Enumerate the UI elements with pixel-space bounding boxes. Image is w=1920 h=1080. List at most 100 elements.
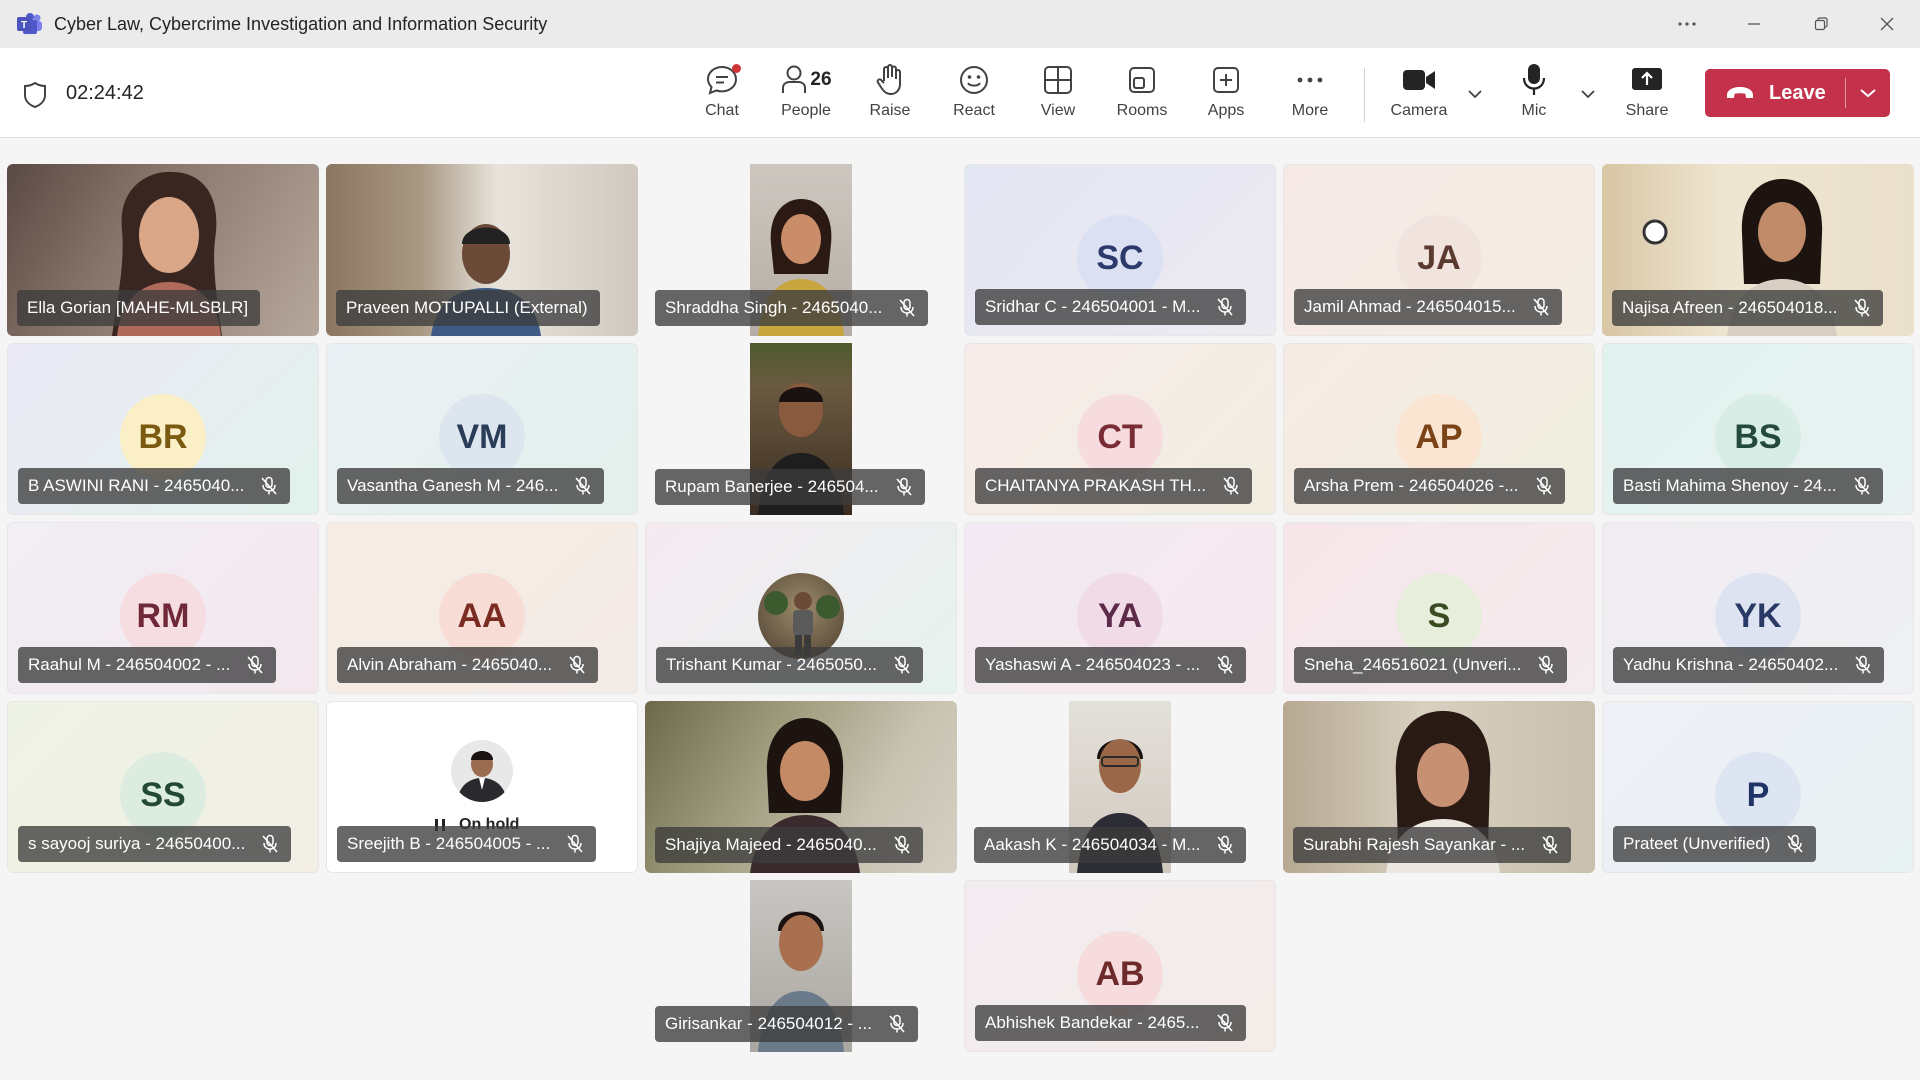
more-button[interactable]: More [1270, 60, 1350, 130]
participant-tile[interactable]: BS Basti Mahima Shenoy - 24... [1602, 343, 1914, 515]
mic-off-icon [1853, 476, 1871, 496]
share-label: Share [1625, 102, 1669, 119]
participant-tile[interactable]: AB Abhishek Bandekar - 2465... [964, 880, 1276, 1052]
chat-button[interactable]: Chat [682, 60, 762, 130]
raise-hand-icon [876, 64, 901, 95]
participant-name: Rupam Banerjee - 246504... [665, 477, 879, 496]
apps-button[interactable]: Apps [1186, 60, 1266, 130]
mic-off-icon [888, 1014, 906, 1034]
participant-tile[interactable]: YK Yadhu Krishna - 24650402... [1602, 522, 1914, 694]
participant-tile[interactable]: Trishant Kumar - 2465050... [645, 522, 957, 694]
participant-tile[interactable]: SS s sayooj suriya - 24650400... [7, 701, 319, 873]
participant-nameplate: Trishant Kumar - 2465050... [656, 647, 924, 683]
view-button[interactable]: View [1018, 60, 1098, 130]
participant-name: Sridhar C - 246504001 - M... [985, 297, 1201, 316]
participant-nameplate: Shraddha Singh - 2465040... [655, 290, 929, 326]
participant-name: Aakash K - 246504034 - M... [984, 835, 1201, 854]
participant-tile[interactable]: Shajiya Majeed - 2465040... [645, 701, 957, 873]
mic-off-icon [895, 477, 913, 497]
mic-off-icon [893, 835, 911, 855]
participant-tile[interactable]: Najisa Afreen - 246504018... [1602, 164, 1914, 336]
restore-button[interactable] [1796, 8, 1846, 40]
react-label: React [953, 102, 995, 119]
mic-options-button[interactable] [1576, 82, 1600, 106]
participant-tile[interactable]: AA Alvin Abraham - 2465040... [326, 522, 638, 694]
close-button[interactable] [1862, 8, 1912, 40]
meeting-toolbar: 02:24:42 Chat 26 People Raise React View… [0, 48, 1920, 138]
mic-off-icon [568, 655, 586, 675]
mic-off-icon [1537, 655, 1555, 675]
participant-tile[interactable]: RM Raahul M - 246504002 - ... [7, 522, 319, 694]
participant-nameplate: Alvin Abraham - 2465040... [337, 647, 599, 683]
participant-nameplate: Ella Gorian [MAHE-MLSBLR] [17, 290, 261, 326]
participant-tile[interactable]: Rupam Banerjee - 246504... [645, 343, 957, 515]
participant-name: Vasantha Ganesh M - 246... [347, 476, 559, 495]
participant-name: Yashaswi A - 246504023 - ... [985, 655, 1201, 674]
leave-main-button[interactable]: Leave [1705, 69, 1845, 117]
svg-text:T: T [21, 20, 27, 31]
window-more-button[interactable] [1662, 8, 1712, 40]
participant-name: Raahul M - 246504002 - ... [28, 655, 231, 674]
react-button[interactable]: React [934, 60, 1014, 130]
participant-nameplate: Sridhar C - 246504001 - M... [975, 289, 1247, 325]
title-bar: T Cyber Law, Cybercrime Investigation an… [0, 0, 1920, 48]
mic-off-icon [1541, 835, 1559, 855]
camera-button[interactable]: Camera [1379, 60, 1459, 130]
chat-label: Chat [705, 102, 739, 119]
participant-tile[interactable]: On hold Sreejith B - 246504005 - ... [326, 701, 638, 873]
participant-tile[interactable]: BR B ASWINI RANI - 2465040... [7, 343, 319, 515]
chevron-down-icon [1581, 90, 1595, 99]
shield-icon[interactable] [22, 81, 48, 109]
participant-tile[interactable]: Girisankar - 246504012 - ... [645, 880, 957, 1052]
participant-tile[interactable]: P Prateet (Unverified) [1602, 701, 1914, 873]
participant-nameplate: Vasantha Ganesh M - 246... [337, 468, 605, 504]
participant-name: s sayooj suriya - 24650400... [28, 834, 246, 853]
people-button[interactable]: 26 People [766, 60, 846, 130]
participant-tile[interactable]: AP Arsha Prem - 246504026 -... [1283, 343, 1595, 515]
teams-logo-icon: T [17, 13, 42, 34]
chevron-down-icon [1468, 90, 1482, 99]
participant-tile[interactable]: Ella Gorian [MAHE-MLSBLR] [7, 164, 319, 336]
participant-name: Prateet (Unverified) [1623, 834, 1771, 853]
mic-off-icon [566, 834, 584, 854]
minimize-button[interactable] [1729, 8, 1779, 40]
grid-view-icon [1044, 66, 1072, 94]
mic-off-icon [1216, 1013, 1234, 1033]
mic-off-icon [898, 298, 916, 318]
camera-icon [1403, 70, 1435, 90]
rooms-label: Rooms [1116, 102, 1168, 119]
mic-off-icon [893, 655, 911, 675]
participant-tile[interactable]: Aakash K - 246504034 - M... [964, 701, 1276, 873]
chat-notification-dot [732, 64, 741, 73]
participant-name: Sreejith B - 246504005 - ... [347, 834, 551, 853]
participant-tile[interactable]: CT CHAITANYA PRAKASH TH... [964, 343, 1276, 515]
minimize-icon [1748, 23, 1760, 25]
camera-options-button[interactable] [1463, 82, 1487, 106]
participant-tile[interactable]: YA Yashaswi A - 246504023 - ... [964, 522, 1276, 694]
participant-tile[interactable]: SC Sridhar C - 246504001 - M... [964, 164, 1276, 336]
participant-tile[interactable]: VM Vasantha Ganesh M - 246... [326, 343, 638, 515]
mic-off-icon [261, 834, 279, 854]
mic-off-icon [574, 476, 592, 496]
leave-button[interactable]: Leave [1705, 69, 1890, 117]
leave-options-button[interactable] [1846, 69, 1890, 117]
mic-off-icon [246, 655, 264, 675]
participant-name: Abhishek Bandekar - 2465... [985, 1013, 1200, 1032]
participant-tile[interactable]: Praveen MOTUPALLI (External) [326, 164, 638, 336]
participant-nameplate: Aakash K - 246504034 - M... [974, 827, 1247, 863]
participant-tile[interactable]: Surabhi Rajesh Sayankar - ... [1283, 701, 1595, 873]
mic-button[interactable]: Mic [1494, 60, 1574, 130]
mic-off-icon [1535, 476, 1553, 496]
participant-name: Sneha_246516021 (Unveri... [1304, 655, 1522, 674]
raise-hand-button[interactable]: Raise [850, 60, 930, 130]
rooms-button[interactable]: Rooms [1102, 60, 1182, 130]
participant-tile[interactable]: JA Jamil Ahmad - 246504015... [1283, 164, 1595, 336]
participant-name: Najisa Afreen - 246504018... [1622, 298, 1838, 317]
participant-name: Alvin Abraham - 2465040... [347, 655, 553, 674]
mic-off-icon [1216, 297, 1234, 317]
participant-name: Shraddha Singh - 2465040... [665, 298, 883, 317]
participant-tile[interactable]: S Sneha_246516021 (Unveri... [1283, 522, 1595, 694]
share-button[interactable]: Share [1607, 60, 1687, 130]
participant-tile[interactable]: Shraddha Singh - 2465040... [645, 164, 957, 336]
participant-nameplate: Abhishek Bandekar - 2465... [975, 1005, 1246, 1041]
